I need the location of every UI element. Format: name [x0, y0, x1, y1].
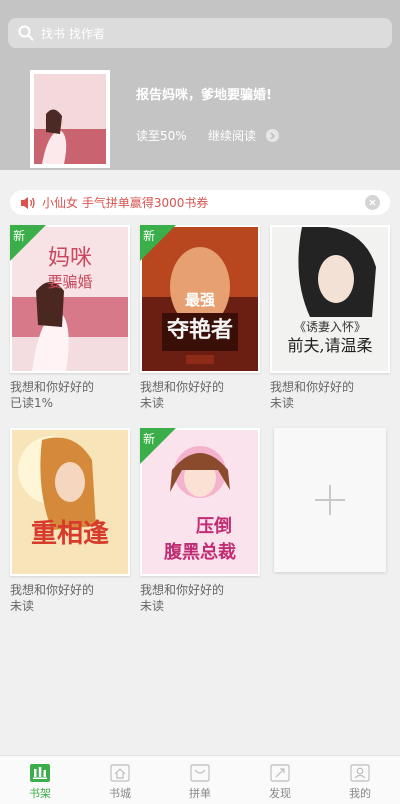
compass-icon: [270, 764, 290, 782]
book-name: 我想和你好好的: [140, 583, 225, 597]
chevron-right-icon: [266, 129, 280, 142]
book-cover[interactable]: 《诱妻入怀》 前夫,请温柔: [270, 225, 390, 373]
book-item[interactable]: 最强 夺艳者 新 我想和你好好的 未读: [140, 225, 260, 411]
book-cover[interactable]: 压倒 腹黑总裁 新: [140, 428, 260, 576]
tab-label: 我的: [349, 787, 371, 800]
new-badge: 新: [140, 225, 176, 261]
add-book-button[interactable]: [274, 428, 386, 572]
continue-reading-label: 继续阅读: [208, 129, 257, 143]
shopping-bag-icon: [190, 764, 210, 782]
book-item[interactable]: 《诱妻入怀》 前夫,请温柔 我想和你好好的 未读: [270, 225, 390, 411]
cover-title-line: 压倒: [196, 516, 232, 537]
book-cover[interactable]: 最强 夺艳者 新: [140, 225, 260, 373]
notice-banner[interactable]: 小仙女 手气拼单赢得3000书券: [10, 190, 390, 215]
book-item[interactable]: 重相逢 我想和你好好的 未读: [10, 428, 130, 614]
book-name: 我想和你好好的: [140, 380, 225, 394]
search-placeholder: 找书 找作者: [41, 26, 105, 41]
cover-title-line: 妈咪: [48, 246, 92, 271]
cover-title-line: 前夫,请温柔: [287, 336, 372, 355]
bookshelf-icon: [30, 764, 50, 782]
book-status: 未读: [10, 599, 35, 613]
tab-label: 书城: [109, 787, 131, 800]
plus-icon: [315, 485, 345, 515]
reading-progress: 读至50%: [136, 129, 187, 143]
tab-group-buy[interactable]: 拼单: [160, 756, 240, 804]
speaker-icon: [21, 196, 35, 209]
search-icon: [18, 25, 34, 41]
book-item[interactable]: 妈咪 要骗婚 新 我想和你好好的 已读1%: [10, 225, 130, 411]
cover-title-line: 重相逢: [31, 518, 109, 549]
tab-label: 书架: [29, 787, 51, 800]
cover-title-line: 《诱妻入怀》: [294, 320, 366, 334]
continue-reading-button[interactable]: 继续阅读: [208, 127, 280, 144]
search-bar[interactable]: 找书 找作者: [8, 18, 392, 48]
notice-text: 小仙女 手气拼单赢得3000书券: [42, 196, 209, 210]
new-badge: 新: [140, 428, 176, 464]
book-name: 我想和你好好的: [10, 583, 95, 597]
user-icon: [350, 764, 370, 782]
book-status: 未读: [140, 599, 165, 613]
book-name: 我想和你好好的: [10, 380, 95, 394]
book-status: 未读: [140, 396, 165, 410]
current-book-cover[interactable]: [30, 70, 110, 168]
book-status: 已读1%: [10, 396, 54, 410]
cover-title-line: 要骗婚: [47, 273, 92, 291]
tab-label: 发现: [269, 787, 291, 800]
cover-title-line: 腹黑总裁: [164, 541, 236, 563]
tab-label: 拼单: [189, 787, 211, 800]
bottom-tab-bar: 书架 书城 拼单 发现 我的: [0, 755, 400, 804]
store-icon: [110, 764, 130, 782]
cover-title-line: 夺艳者: [166, 317, 233, 343]
book-status: 未读: [270, 396, 295, 410]
book-cover[interactable]: 重相逢: [10, 428, 130, 576]
book-item[interactable]: 压倒 腹黑总裁 新 我想和你好好的 未读: [140, 428, 260, 614]
new-badge: 新: [10, 225, 46, 261]
close-icon[interactable]: [365, 195, 380, 210]
book-name: 我想和你好好的: [270, 380, 355, 394]
cover-title-line: 最强: [185, 291, 215, 309]
tab-discover[interactable]: 发现: [240, 756, 320, 804]
tab-bookstore[interactable]: 书城: [80, 756, 160, 804]
tab-bookshelf[interactable]: 书架: [0, 756, 80, 804]
current-book-title: 报告妈咪，爹地要骗婚!: [136, 88, 272, 103]
book-cover[interactable]: 妈咪 要骗婚 新: [10, 225, 130, 373]
header: 找书 找作者 报告妈咪，爹地要骗婚! 读至50% 继续阅读: [0, 0, 400, 170]
tab-profile[interactable]: 我的: [320, 756, 400, 804]
